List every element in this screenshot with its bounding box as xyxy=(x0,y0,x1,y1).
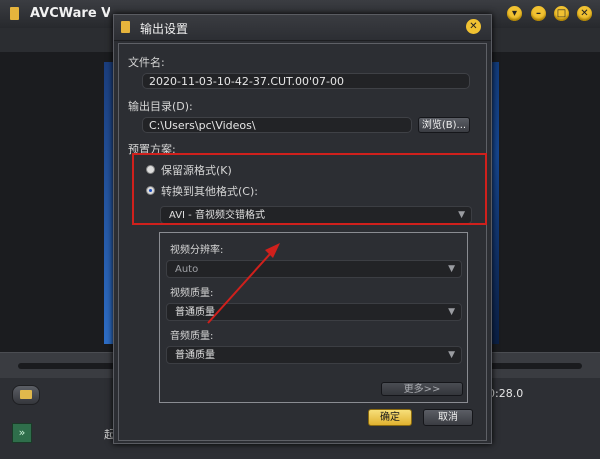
annotation-arrow xyxy=(207,243,280,324)
cancel-button[interactable]: 取消 xyxy=(423,409,473,426)
annotation-arrow-line xyxy=(207,253,271,324)
ok-button[interactable]: 确定 xyxy=(368,409,412,426)
